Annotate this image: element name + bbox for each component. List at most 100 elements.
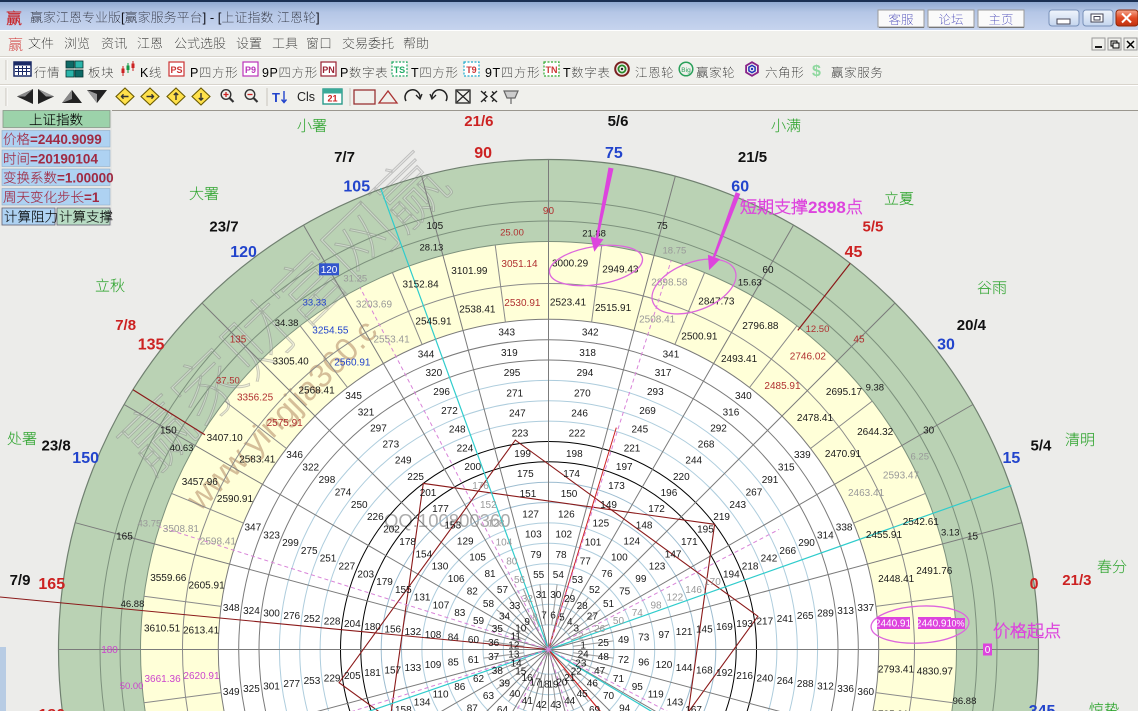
svg-text:46.88: 46.88 xyxy=(121,599,145,610)
svg-text:85: 85 xyxy=(448,658,460,669)
svg-text:222: 222 xyxy=(569,429,586,440)
svg-text:6.25: 6.25 xyxy=(911,451,930,462)
svg-text:81: 81 xyxy=(485,569,497,580)
svg-text:23/7: 23/7 xyxy=(209,219,238,236)
svg-text:4830.97: 4830.97 xyxy=(917,667,954,678)
svg-text:2898: 2898 xyxy=(808,198,846,217)
svg-text:5/6: 5/6 xyxy=(608,113,629,130)
svg-text:250: 250 xyxy=(351,500,368,511)
svg-text:134: 134 xyxy=(414,697,431,708)
svg-text:8: 8 xyxy=(532,613,538,624)
svg-text:5/4: 5/4 xyxy=(1031,438,1053,455)
svg-text:324: 324 xyxy=(243,606,260,617)
svg-text:71: 71 xyxy=(613,674,625,685)
svg-text:41: 41 xyxy=(522,696,534,707)
svg-text:2530.91: 2530.91 xyxy=(504,298,541,309)
svg-text:341: 341 xyxy=(663,349,680,360)
svg-text:2500.91: 2500.91 xyxy=(681,331,718,342)
svg-text:T: T xyxy=(272,90,280,105)
svg-text:180: 180 xyxy=(364,622,381,633)
svg-text:90: 90 xyxy=(543,206,555,217)
svg-text:=1: =1 xyxy=(84,190,100,205)
svg-text:26: 26 xyxy=(594,624,606,635)
svg-text:337: 337 xyxy=(857,603,874,614)
svg-text:126: 126 xyxy=(558,509,575,520)
svg-text:122: 122 xyxy=(667,593,684,604)
svg-text:218: 218 xyxy=(742,562,759,573)
svg-text:P: P xyxy=(190,66,199,80)
svg-text:56: 56 xyxy=(514,575,526,586)
svg-text:21: 21 xyxy=(328,94,338,104)
svg-text:343: 343 xyxy=(498,328,515,339)
svg-text:202: 202 xyxy=(383,525,400,536)
svg-text:124: 124 xyxy=(623,537,640,548)
svg-text:3.13: 3.13 xyxy=(941,527,960,538)
svg-text:PS: PS xyxy=(171,65,183,75)
svg-text:291: 291 xyxy=(762,475,779,486)
svg-text:90: 90 xyxy=(474,145,492,162)
svg-text:273: 273 xyxy=(383,440,400,451)
svg-text:T: T xyxy=(411,66,419,80)
svg-text:2593.47: 2593.47 xyxy=(883,471,920,482)
svg-text:2949.43: 2949.43 xyxy=(602,265,639,276)
svg-text:3101.99: 3101.99 xyxy=(451,266,488,277)
svg-text:196: 196 xyxy=(661,488,678,499)
svg-text:155: 155 xyxy=(395,585,412,596)
svg-text:61: 61 xyxy=(468,655,480,666)
svg-text:2793.41: 2793.41 xyxy=(878,664,915,675)
svg-text:129: 129 xyxy=(457,537,474,548)
svg-text:2598.41: 2598.41 xyxy=(200,536,237,547)
svg-text:193: 193 xyxy=(736,619,753,630)
svg-text:133: 133 xyxy=(405,663,422,674)
svg-text:221: 221 xyxy=(624,443,641,454)
svg-text:25.00: 25.00 xyxy=(500,228,524,239)
svg-text:349: 349 xyxy=(223,687,240,698)
svg-text:9T: 9T xyxy=(485,66,501,80)
svg-text:147: 147 xyxy=(665,549,682,560)
svg-text:84: 84 xyxy=(448,633,460,644)
svg-text:199: 199 xyxy=(514,449,531,460)
svg-text:101: 101 xyxy=(585,537,602,548)
svg-text:154: 154 xyxy=(416,549,433,560)
svg-text:198: 198 xyxy=(566,449,583,460)
svg-text:86: 86 xyxy=(454,682,466,693)
svg-text:70: 70 xyxy=(603,691,615,702)
svg-text:216: 216 xyxy=(736,671,753,682)
svg-text:120: 120 xyxy=(230,244,257,261)
svg-text:2515.91: 2515.91 xyxy=(595,303,632,314)
svg-text:45: 45 xyxy=(577,689,589,700)
svg-text:128: 128 xyxy=(488,519,505,530)
svg-text:151: 151 xyxy=(520,489,537,500)
svg-text:43.75: 43.75 xyxy=(138,519,162,530)
svg-text:288: 288 xyxy=(797,679,814,690)
svg-text:3203.69: 3203.69 xyxy=(356,300,393,311)
svg-text:=2440.9099: =2440.9099 xyxy=(30,132,102,147)
svg-text:143: 143 xyxy=(667,697,684,708)
svg-text:300: 300 xyxy=(263,609,280,620)
svg-text:32: 32 xyxy=(522,594,534,605)
svg-text:317: 317 xyxy=(655,368,672,379)
svg-text:2491.76: 2491.76 xyxy=(916,566,953,577)
svg-text:3508.81: 3508.81 xyxy=(163,524,200,535)
svg-text:204: 204 xyxy=(344,619,361,630)
svg-text:135: 135 xyxy=(138,337,165,354)
svg-text:127: 127 xyxy=(522,509,539,520)
svg-text:345: 345 xyxy=(345,391,362,402)
svg-text:33: 33 xyxy=(509,601,521,612)
svg-text:295: 295 xyxy=(504,368,521,379)
svg-text:158: 158 xyxy=(395,705,412,711)
svg-text:P: P xyxy=(340,66,349,80)
svg-text:7/7: 7/7 xyxy=(334,149,355,166)
svg-text:266: 266 xyxy=(779,546,796,557)
svg-text:2695.17: 2695.17 xyxy=(826,387,863,398)
svg-text:104: 104 xyxy=(496,537,513,548)
svg-text:174: 174 xyxy=(563,469,580,480)
svg-text:181: 181 xyxy=(364,668,381,679)
svg-text:103: 103 xyxy=(525,530,542,541)
svg-text:270: 270 xyxy=(574,388,591,399)
svg-text:105: 105 xyxy=(469,553,486,564)
svg-text:276: 276 xyxy=(283,611,300,622)
svg-text:0: 0 xyxy=(985,645,991,656)
svg-text:42: 42 xyxy=(536,700,548,711)
svg-text:275: 275 xyxy=(301,546,318,557)
